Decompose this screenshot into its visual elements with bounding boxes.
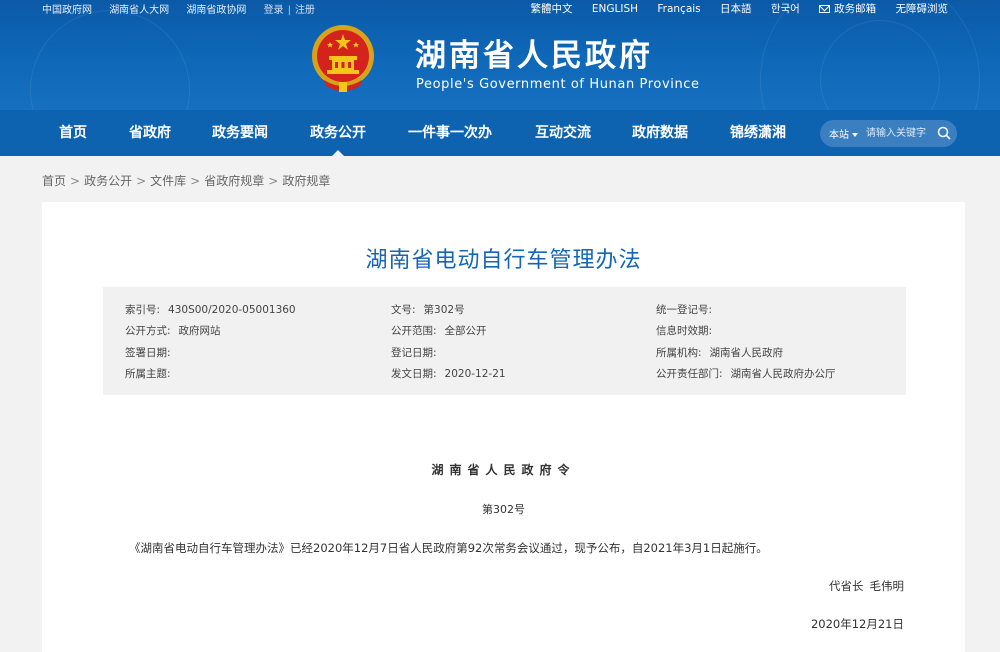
breadcrumb-home[interactable]: 首页 [42,174,66,188]
breadcrumb-file-library[interactable]: 文件库 [150,174,186,188]
nav-interaction[interactable]: 互动交流 [535,110,591,156]
national-emblem-icon [312,25,374,92]
document-title: 湖南省电动自行车管理办法 [365,248,642,273]
top-links-right: 繁體中文 ENGLISH Français 日本語 한국어 政务邮箱 无障碍浏览 [515,1,948,16]
document-panel: 湖南省电动自行车管理办法 索引号: 430S00/2020-05001360 文号… [42,202,965,652]
nav-one-stop-service[interactable]: 一件事一次办 [408,110,492,156]
meta-organization-label: 所属机构: [656,347,702,359]
meta-open-method: 公开方式: 政府网站 [125,323,221,338]
meta-responsible-dept-value: 湖南省人民政府办公厅 [730,368,836,380]
document-body: 《湖南省电动自行车管理办法》已经2020年12月7日省人民政府第92次常务会议通… [129,541,768,555]
site-subtitle: People's Government of Hunan Province [416,77,700,92]
meta-doc-number-label: 文号: [391,304,416,316]
search-icon[interactable] [937,126,951,140]
nav-gov-data[interactable]: 政府数据 [632,110,688,156]
site-title: 湖南省人民政府 [415,38,653,74]
meta-issued-date: 发文日期: 2020-12-21 [391,366,506,381]
header-banner: 中国政府网 湖南省人大网 湖南省政协网 登录 | 注册 繁體中文 ENGLISH F… [0,0,1000,110]
breadcrumb-separator: > [190,174,201,188]
link-korean[interactable]: 한국어 [771,3,800,15]
document-signer: 代省长 毛伟明 [829,578,904,594]
nav-home[interactable]: 首页 [59,110,87,156]
search-scope-select[interactable]: 本站 [829,126,858,141]
link-japanese[interactable]: 日本語 [720,3,752,15]
banner-decoration [30,10,190,110]
link-gov-mail[interactable]: 政务邮箱 [819,3,876,15]
meta-validity: 信息时效期: [656,323,720,338]
account-separator: | [287,5,291,16]
search-input[interactable] [866,125,936,141]
meta-registered-date-label: 登记日期: [391,347,437,359]
meta-signed-date: 签署日期: [125,345,179,360]
signer-name: 毛伟明 [869,579,905,593]
meta-index-label: 索引号: [125,304,161,316]
meta-organization-value: 湖南省人民政府 [709,347,784,359]
search-scope-label: 本站 [829,130,849,141]
decree-heading: 湖南省人民政府令 [431,463,576,477]
link-hunan-cppcc[interactable]: 湖南省政协网 [186,5,246,16]
meta-unified-number: 统一登记号: [656,302,720,317]
meta-open-scope: 公开范围: 全部公开 [391,323,487,338]
meta-doc-number: 文号: 第302号 [391,302,465,317]
meta-responsible-dept: 公开责任部门: 湖南省人民政府办公厅 [656,366,836,381]
link-english[interactable]: ENGLISH [592,3,638,15]
meta-index-value: 430S00/2020-05001360 [168,304,296,316]
meta-index: 索引号: 430S00/2020-05001360 [125,302,296,317]
meta-unified-number-label: 统一登记号: [656,304,713,316]
link-traditional-chinese[interactable]: 繁體中文 [531,3,573,15]
meta-issued-date-value: 2020-12-21 [444,368,506,380]
breadcrumb-gov-affairs-open[interactable]: 政务公开 [84,174,132,188]
gov-mail-label: 政务邮箱 [834,3,877,15]
link-hunan-npc[interactable]: 湖南省人大网 [109,5,169,16]
nav-provincial-gov[interactable]: 省政府 [129,110,171,156]
meta-open-scope-value: 全部公开 [444,325,487,337]
meta-signed-date-label: 签署日期: [125,347,171,359]
breadcrumb: 首页 > 政务公开 > 文件库 > 省政府规章 > 政府规章 [42,172,330,189]
meta-open-method-label: 公开方式: [125,325,171,337]
breadcrumb-gov-rules[interactable]: 政府规章 [282,174,330,188]
meta-organization: 所属机构: 湖南省人民政府 [656,345,783,360]
link-accessibility[interactable]: 无障碍浏览 [896,3,949,15]
meta-registered-date: 登记日期: [391,345,445,360]
meta-validity-label: 信息时效期: [656,325,713,337]
meta-issued-date-label: 发文日期: [391,368,437,380]
meta-topic-label: 所属主题: [125,368,171,380]
meta-topic: 所属主题: [125,366,179,381]
caret-down-icon [852,133,858,137]
breadcrumb-separator: > [136,174,147,188]
meta-open-method-value: 政府网站 [178,325,221,337]
nav-gov-news[interactable]: 政务要闻 [212,110,268,156]
decree-number: 第302号 [482,503,525,516]
meta-open-scope-label: 公开范围: [391,325,437,337]
top-links-left: 中国政府网 湖南省人大网 湖南省政协网 登录 | 注册 [42,1,329,16]
link-french[interactable]: Français [657,3,700,15]
breadcrumb-provincial-rules[interactable]: 省政府规章 [204,174,264,188]
register-link[interactable]: 注册 [295,5,315,16]
nav-gov-affairs-open[interactable]: 政务公开 [310,110,366,156]
document-meta-table: 索引号: 430S00/2020-05001360 文号: 第302号 统一登记号:… [103,287,906,395]
mail-icon [819,5,831,13]
site-search: 本站 [820,120,957,147]
nav-scenic-hunan[interactable]: 锦绣潇湘 [730,110,786,156]
document-date: 2020年12月21日 [810,617,904,631]
link-gov-cn[interactable]: 中国政府网 [42,5,92,16]
meta-responsible-dept-label: 公开责任部门: [656,368,723,380]
signer-role: 代省长 [829,579,864,593]
login-link[interactable]: 登录 [264,5,284,16]
breadcrumb-separator: > [268,174,279,188]
meta-doc-number-value: 第302号 [423,304,465,316]
breadcrumb-separator: > [70,174,81,188]
